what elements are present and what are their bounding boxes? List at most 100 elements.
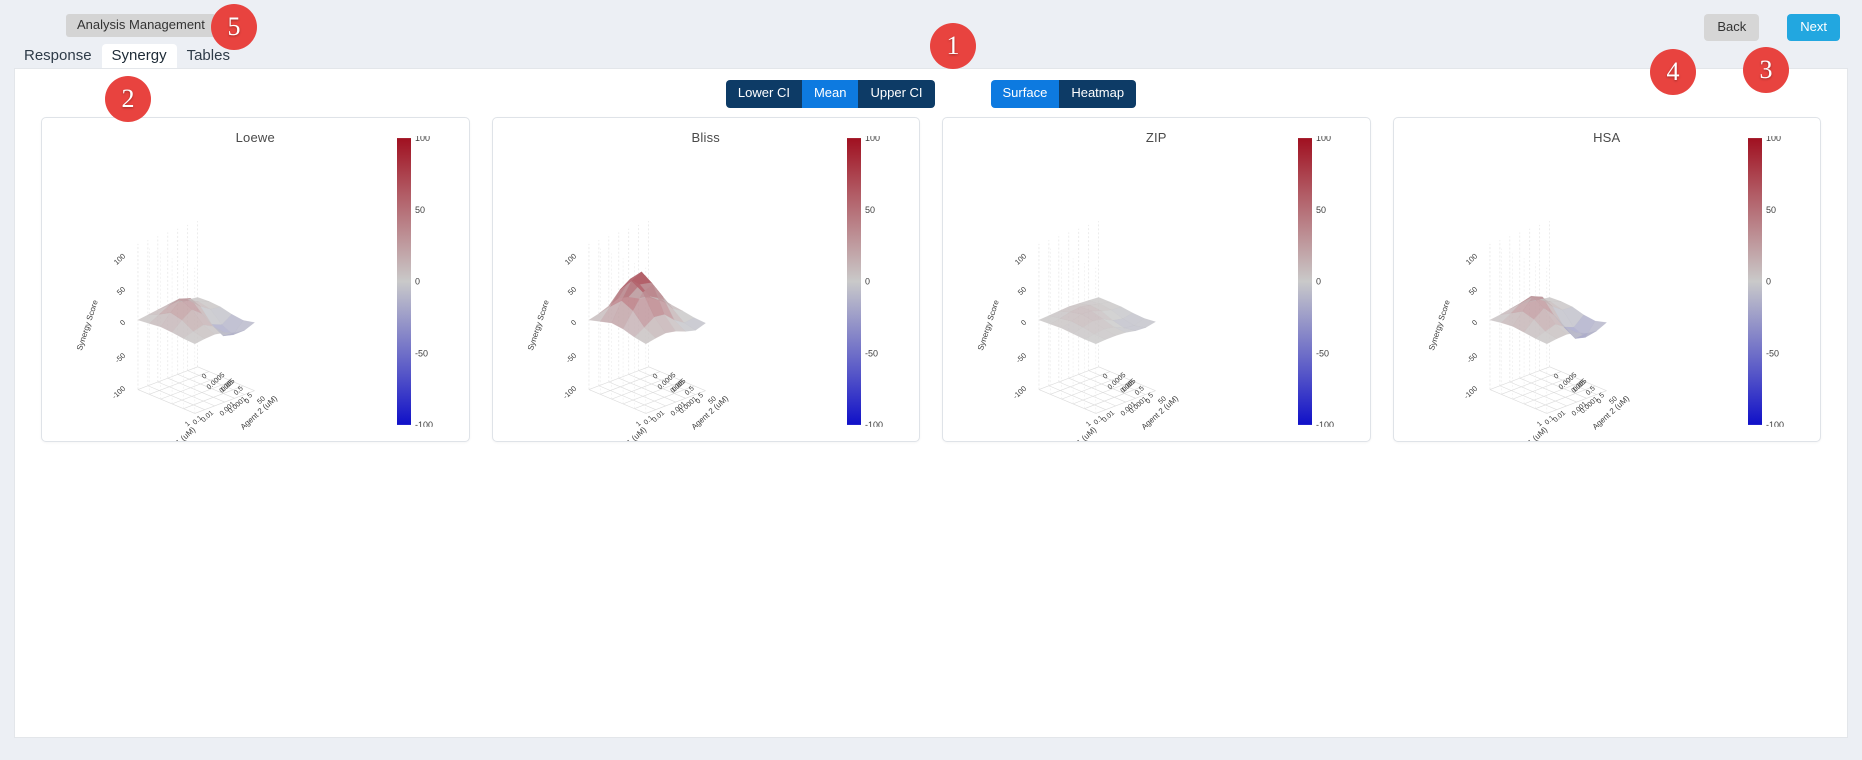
x-tick-2: 0.01 xyxy=(1101,410,1116,424)
colorbar-tick-1: 50 xyxy=(865,205,875,215)
colorbar-tick-2: 0 xyxy=(1316,276,1321,286)
annotation-marker-4: 4 xyxy=(1650,49,1696,95)
y-tick-6: 0 xyxy=(1102,373,1110,381)
y-tick-1: 5 xyxy=(1147,392,1155,400)
colorbar-gradient xyxy=(1297,138,1312,425)
x-axis-title: Agent 1 (uM) xyxy=(1058,425,1099,441)
ci-toggle-lower-ci[interactable]: Lower CI xyxy=(725,80,802,108)
app-root: Analysis Management Back Next Response Sy… xyxy=(0,0,1862,760)
colorbar-tick-4: -100 xyxy=(1766,420,1784,427)
colorbar-tick-3: -50 xyxy=(1766,348,1779,358)
z-tick--50: -50 xyxy=(113,351,127,365)
ci-toggle-group: Lower CI Mean Upper CI xyxy=(725,80,935,108)
z-tick--100: -100 xyxy=(1011,384,1028,401)
z-tick-100: 100 xyxy=(1013,252,1028,267)
synergy-chart-cards: Loewe 100 50 0 -50 -100 Synergy Score 1 0.1 0.01 0… xyxy=(15,111,1847,442)
analysis-management-chip[interactable]: Analysis Management xyxy=(66,14,216,38)
z-tick--100: -100 xyxy=(110,384,127,401)
colorbar-tick-3: -50 xyxy=(1316,348,1329,358)
surface-mesh xyxy=(1488,296,1607,345)
colorbar: 100 50 0 -50 -100 xyxy=(396,133,433,430)
annotation-marker-1: 1 xyxy=(930,23,976,69)
view-toggle-surface[interactable]: Surface xyxy=(990,80,1060,108)
surface-mesh xyxy=(587,271,706,345)
z-tick--50: -50 xyxy=(564,351,578,365)
colorbar-gradient xyxy=(847,138,861,425)
colorbar-tick-1: 50 xyxy=(415,205,425,215)
view-toggle-group: Surface Heatmap xyxy=(990,80,1137,108)
z-tick-0: 0 xyxy=(1019,318,1028,327)
z-axis-title: Synergy Score xyxy=(976,298,1001,351)
x-axis-title: Agent 1 (uM) xyxy=(607,425,648,441)
z-axis-title: Synergy Score xyxy=(526,298,551,351)
colorbar-tick-3: -50 xyxy=(865,348,878,358)
colorbar-wrap: 100 50 0 -50 -100 xyxy=(1296,133,1352,430)
tab-response[interactable]: Response xyxy=(14,44,102,69)
chart-card-hsa[interactable]: HSA 100 50 0 -50 -100 Synergy Score 1 0.1 0.01 0.0… xyxy=(1392,117,1821,442)
colorbar-tick-2: 0 xyxy=(1766,276,1771,286)
surface-mesh xyxy=(137,297,256,345)
colorbar-tick-2: 0 xyxy=(415,276,420,286)
annotation-marker-2: 2 xyxy=(105,76,151,122)
tab-synergy[interactable]: Synergy xyxy=(101,43,177,68)
annotation-marker-5: 5 xyxy=(211,4,257,50)
colorbar-tick-0: 100 xyxy=(865,136,880,143)
chart-card-bliss[interactable]: Bliss 100 50 0 -50 -100 Synergy Score 1 0.1 0.01 0… xyxy=(491,117,920,442)
z-tick-50: 50 xyxy=(1016,285,1028,297)
colorbar: 100 50 0 -50 -100 xyxy=(847,133,883,430)
x-tick-2: 0.01 xyxy=(1552,410,1567,424)
colorbar-tick-1: 50 xyxy=(1766,205,1776,215)
plot-controls: Lower CI Mean Upper CI Surface Heatmap xyxy=(15,69,1847,111)
surface-mesh xyxy=(1038,297,1157,345)
x-tick-2: 0.01 xyxy=(200,410,215,424)
z-tick-50: 50 xyxy=(565,285,577,297)
colorbar-tick-0: 100 xyxy=(1316,136,1331,143)
z-tick--100: -100 xyxy=(1462,384,1479,401)
z-tick-0: 0 xyxy=(569,318,578,327)
z-tick-50: 50 xyxy=(115,285,127,297)
chart-card-zip[interactable]: ZIP 100 50 0 -50 -100 Synergy Score 1 0.1 0.01 0.0… xyxy=(942,117,1371,442)
z-tick-100: 100 xyxy=(562,252,577,267)
colorbar-tick-0: 100 xyxy=(1766,136,1781,143)
z-axis-title: Synergy Score xyxy=(1427,298,1452,351)
colorbar-tick-2: 0 xyxy=(865,276,870,286)
colorbar: 100 50 0 -50 -100 xyxy=(1748,133,1784,430)
x-axis-title: Agent 1 (uM) xyxy=(157,425,198,441)
z-tick--50: -50 xyxy=(1465,351,1479,365)
z-axis-title: Synergy Score xyxy=(75,298,100,351)
y-tick-1: 5 xyxy=(1598,392,1606,400)
z-tick-0: 0 xyxy=(118,318,127,327)
z-tick--100: -100 xyxy=(561,384,578,401)
z-tick-100: 100 xyxy=(1463,252,1478,267)
back-button[interactable]: Back xyxy=(1704,14,1760,41)
colorbar-tick-4: -100 xyxy=(865,420,883,427)
colorbar-tick-1: 50 xyxy=(1316,205,1326,215)
colorbar-gradient xyxy=(1748,138,1762,425)
view-toggle-heatmap[interactable]: Heatmap xyxy=(1059,80,1137,108)
y-tick-6: 0 xyxy=(651,373,659,381)
ci-toggle-mean[interactable]: Mean xyxy=(801,80,859,108)
z-tick--50: -50 xyxy=(1014,351,1028,365)
z-tick-50: 50 xyxy=(1466,285,1478,297)
colorbar: 100 50 0 -50 -100 xyxy=(1297,133,1333,430)
colorbar-tick-3: -50 xyxy=(415,348,428,358)
next-button[interactable]: Next xyxy=(1787,14,1840,41)
synergy-panel: Lower CI Mean Upper CI Surface Heatmap Loew… xyxy=(14,68,1848,738)
colorbar-gradient xyxy=(396,138,411,425)
y-tick-6: 0 xyxy=(201,373,209,381)
z-tick-100: 100 xyxy=(112,252,127,267)
y-tick-6: 0 xyxy=(1552,373,1560,381)
z-tick-0: 0 xyxy=(1470,318,1479,327)
x-tick-2: 0.01 xyxy=(651,410,666,424)
colorbar-wrap: 100 50 0 -50 -100 xyxy=(395,133,451,430)
colorbar-tick-4: -100 xyxy=(415,420,433,427)
ci-toggle-upper-ci[interactable]: Upper CI xyxy=(858,80,935,108)
x-axis-title: Agent 1 (uM) xyxy=(1508,425,1549,441)
annotation-marker-3: 3 xyxy=(1743,47,1789,93)
colorbar-tick-0: 100 xyxy=(415,136,430,143)
y-tick-1: 5 xyxy=(697,392,705,400)
wizard-nav-buttons: Back Next xyxy=(1704,14,1840,41)
chart-card-loewe[interactable]: Loewe 100 50 0 -50 -100 Synergy Score 1 0.1 0.01 0… xyxy=(41,117,470,442)
colorbar-wrap: 100 50 0 -50 -100 xyxy=(845,133,901,430)
y-tick-1: 5 xyxy=(246,392,254,400)
